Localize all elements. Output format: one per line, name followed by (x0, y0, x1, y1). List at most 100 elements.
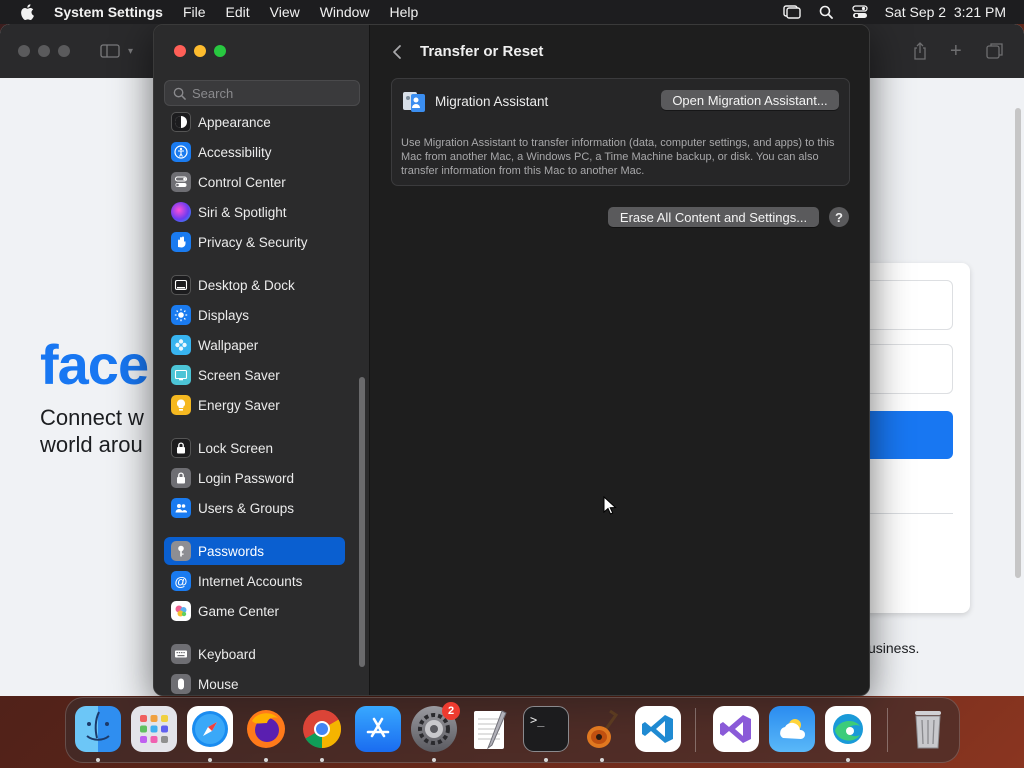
facebook-logo[interactable]: face (40, 332, 149, 397)
menu-edit[interactable]: Edit (216, 4, 260, 20)
migration-assistant-title: Migration Assistant (435, 94, 549, 109)
siri-icon (171, 202, 191, 222)
tagline-line-1: Connect w (40, 405, 144, 430)
migration-assistant-panel: Migration Assistant Open Migration Assis… (391, 78, 850, 186)
time-text: 3:21 PM (953, 4, 1006, 20)
terminal-icon[interactable]: >_ (523, 706, 569, 752)
mouse-icon (171, 674, 191, 694)
browser-minimize-dot[interactable] (38, 45, 50, 57)
textedit-icon[interactable] (467, 706, 513, 752)
sidebar-item-label: Lock Screen (198, 440, 274, 456)
sidebar-item-mouse[interactable]: Mouse (164, 670, 345, 695)
menu-window[interactable]: Window (310, 4, 380, 20)
sidebar-item-privacy-security[interactable]: Privacy & Security (164, 228, 345, 256)
keyboard-icon (171, 644, 191, 664)
apple-menu-icon[interactable] (0, 4, 54, 20)
finder-icon[interactable] (75, 706, 121, 752)
window-controls (174, 45, 226, 57)
sun-icon (171, 305, 191, 325)
sidebar-item-label: Control Center (198, 174, 286, 190)
firefox-icon[interactable] (243, 706, 289, 752)
sidebar-item-label: Login Password (198, 470, 295, 486)
browser-zoom-dot[interactable] (58, 45, 70, 57)
menubar-date[interactable]: Sat Sep 2 3:21 PM (885, 4, 1006, 20)
sidebar-item-desktop-dock[interactable]: Desktop & Dock (164, 271, 345, 299)
chevron-down-icon[interactable]: ▾ (128, 46, 133, 57)
edge-icon[interactable] (825, 706, 871, 752)
spotlight-search-icon[interactable] (817, 5, 835, 19)
share-icon[interactable] (912, 42, 928, 65)
minimize-button[interactable] (194, 45, 206, 57)
sidebar-item-passwords[interactable]: Passwords (164, 537, 345, 565)
hand-icon (171, 232, 191, 252)
appearance-icon (171, 112, 191, 132)
sidebar-item-login-password[interactable]: Login Password (164, 464, 345, 492)
sidebar-item-displays[interactable]: Displays (164, 301, 345, 329)
browser-close-dot[interactable] (18, 45, 30, 57)
app-name-menu[interactable]: System Settings (54, 4, 173, 20)
zoom-button[interactable] (214, 45, 226, 57)
game-center-icon (171, 601, 191, 621)
sidebar-item-users-groups[interactable]: Users & Groups (164, 494, 345, 522)
sidebar-toggle-icon[interactable] (100, 44, 120, 58)
terminal-running-dot (544, 758, 548, 762)
migration-assistant-description: Use Migration Assistant to transfer info… (401, 137, 835, 177)
sidebar-item-internet-accounts[interactable]: @ Internet Accounts (164, 567, 345, 595)
chrome-icon[interactable] (299, 706, 345, 752)
weather-icon[interactable] (769, 706, 815, 752)
search-input[interactable] (192, 85, 352, 101)
sidebar-item-label: Accessibility (198, 144, 272, 160)
back-button[interactable] (387, 41, 407, 63)
close-button[interactable] (174, 45, 186, 57)
sidebar-item-keyboard[interactable]: Keyboard (164, 640, 345, 668)
sidebar-item-wallpaper[interactable]: Wallpaper (164, 331, 345, 359)
edge-running-dot (846, 758, 850, 762)
sidebar-item-label: Screen Saver (198, 367, 280, 383)
page-title: Transfer or Reset (420, 43, 544, 60)
help-button[interactable]: ? (829, 207, 849, 227)
vscode-icon[interactable] (635, 706, 681, 752)
sidebar-item-control-center[interactable]: Control Center (164, 168, 345, 196)
notification-badge: 2 (442, 702, 460, 720)
dock: 2 >_ (65, 697, 960, 763)
menu-file[interactable]: File (173, 4, 216, 20)
sidebar-item-energy-saver[interactable]: Energy Saver (164, 391, 345, 419)
app-store-icon[interactable] (355, 706, 401, 752)
sidebar-item-lock-screen[interactable]: Lock Screen (164, 434, 345, 462)
tagline-line-2: world arou (40, 432, 143, 457)
garageband-icon[interactable] (579, 706, 625, 752)
garageband-running-dot (600, 758, 604, 762)
open-migration-assistant-button[interactable]: Open Migration Assistant... (661, 90, 839, 110)
facebook-tagline: Connect w world arou (40, 404, 158, 458)
new-tab-icon[interactable]: + (950, 40, 962, 63)
menu-help[interactable]: Help (380, 4, 429, 20)
sidebar-search[interactable] (164, 80, 360, 106)
screen-mirroring-icon[interactable] (782, 5, 801, 19)
sidebar-item-screen-saver[interactable]: Screen Saver (164, 361, 345, 389)
create-page-text[interactable]: usiness. (868, 640, 919, 656)
dock-separator (887, 708, 888, 752)
settings-main-pane: Transfer or Reset Migration Assistant Op… (371, 25, 869, 695)
sidebar-item-appearance[interactable]: Appearance (164, 108, 345, 136)
at-icon: @ (171, 571, 191, 591)
sidebar-scrollbar[interactable] (359, 377, 365, 667)
sidebar-item-game-center[interactable]: Game Center (164, 597, 345, 625)
lock-icon (171, 468, 191, 488)
sidebar-item-accessibility[interactable]: Accessibility (164, 138, 345, 166)
safari-running-dot (208, 758, 212, 762)
visual-studio-icon[interactable] (713, 706, 759, 752)
date-text: Sat Sep 2 (884, 4, 947, 20)
tab-overview-icon[interactable] (986, 42, 1004, 65)
system-settings-window: Appearance Accessibility Control Center … (153, 24, 870, 696)
safari-icon[interactable] (187, 706, 233, 752)
menu-view[interactable]: View (260, 4, 310, 20)
control-center-icon[interactable] (851, 5, 869, 19)
browser-scrollbar[interactable] (1015, 108, 1021, 578)
key-icon (171, 541, 191, 561)
dock-separator (695, 708, 696, 752)
erase-all-content-button[interactable]: Erase All Content and Settings... (608, 207, 819, 227)
trash-icon[interactable] (905, 706, 951, 752)
screen-saver-icon (171, 365, 191, 385)
launchpad-icon[interactable] (131, 706, 177, 752)
sidebar-item-siri-spotlight[interactable]: Siri & Spotlight (164, 198, 345, 226)
